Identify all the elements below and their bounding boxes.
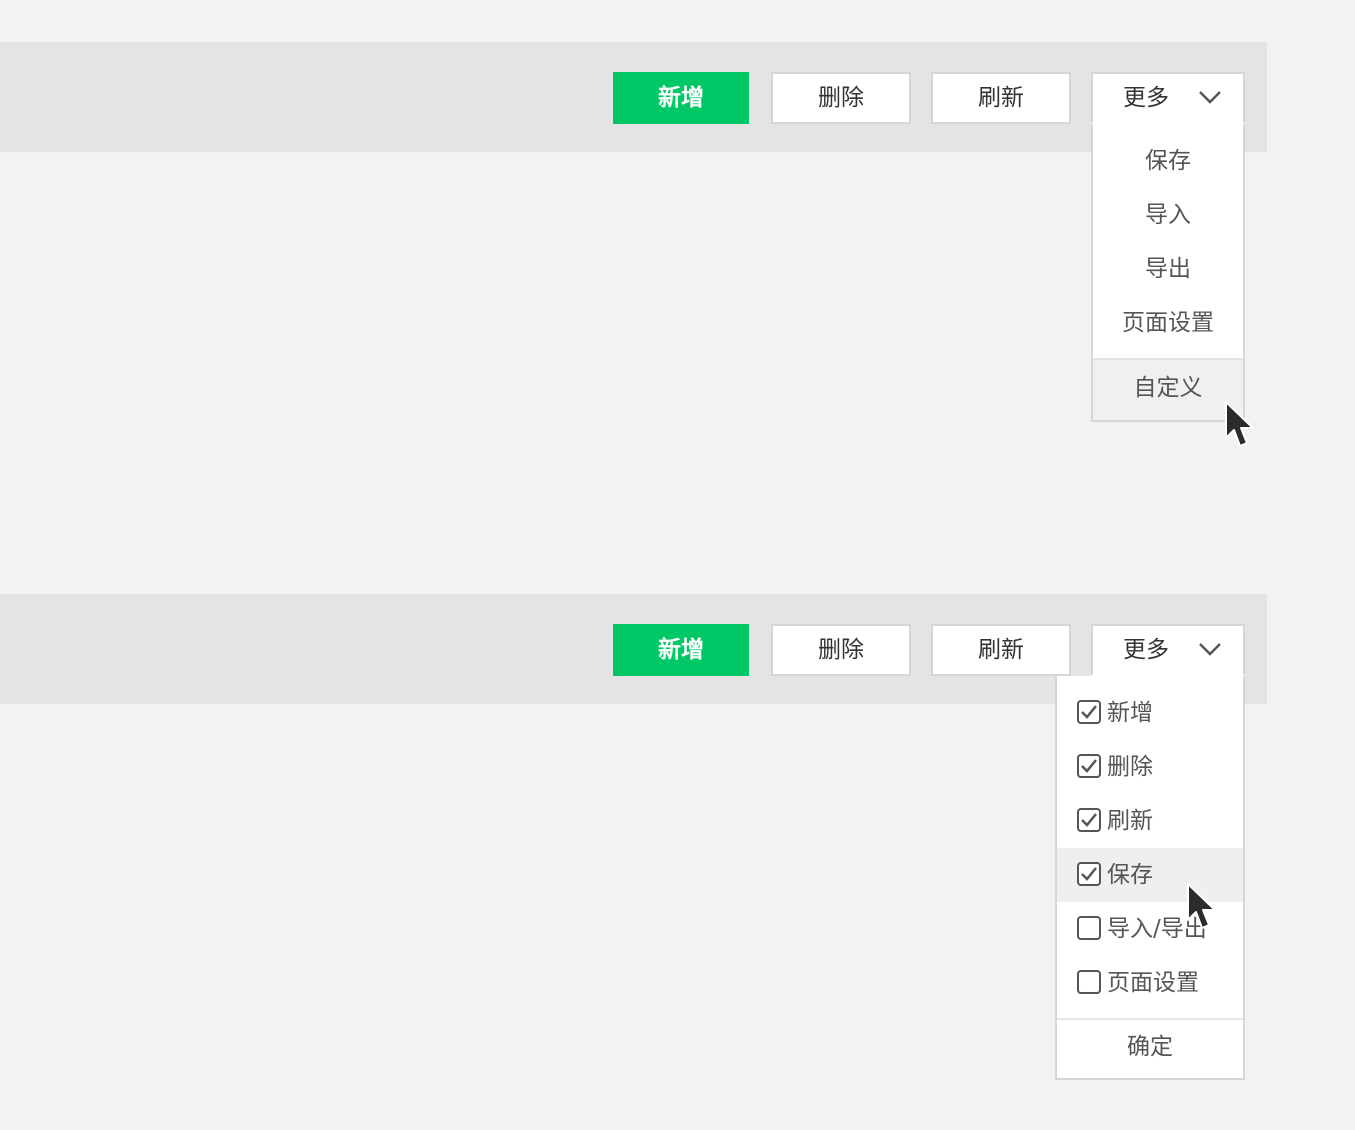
more-dropdown-button[interactable]: 更多: [1091, 72, 1245, 124]
checkbox-empty-icon[interactable]: [1077, 970, 1101, 994]
chevron-down-icon: [1199, 91, 1221, 104]
menu-item-export[interactable]: 导出: [1093, 242, 1243, 296]
checkbox-checked-icon[interactable]: [1077, 862, 1101, 886]
checkbox-checked-icon[interactable]: [1077, 754, 1101, 778]
menu-item-customize[interactable]: 自定义: [1093, 358, 1243, 420]
refresh-button[interactable]: 刷新: [931, 624, 1071, 676]
delete-button[interactable]: 删除: [771, 72, 911, 124]
toggle-item-label: 删除: [1107, 754, 1153, 780]
toggle-item-page-settings[interactable]: 页面设置: [1057, 956, 1243, 1010]
toggle-item-label: 新增: [1107, 700, 1153, 726]
toggle-item-label: 刷新: [1107, 808, 1153, 834]
toggle-item-label: 导入/导出: [1107, 916, 1207, 942]
chevron-down-icon: [1199, 643, 1221, 656]
toggle-item-import-export[interactable]: 导入/导出: [1057, 902, 1243, 956]
customize-menu-list: 新增 删除 刷新 保存 导入/导出 页面设置: [1057, 676, 1243, 1010]
checkbox-checked-icon[interactable]: [1077, 700, 1101, 724]
more-menu-list: 保存 导入 导出 页面设置: [1093, 124, 1243, 350]
more-dropdown-menu: 保存 导入 导出 页面设置 自定义: [1091, 124, 1245, 422]
checkbox-empty-icon[interactable]: [1077, 916, 1101, 940]
toggle-item-save[interactable]: 保存: [1057, 848, 1243, 902]
toggle-item-refresh[interactable]: 刷新: [1057, 794, 1243, 848]
toggle-item-delete[interactable]: 删除: [1057, 740, 1243, 794]
menu-item-import[interactable]: 导入: [1093, 188, 1243, 242]
add-button[interactable]: 新增: [613, 624, 749, 676]
toolbar-top: 新增 删除 刷新 更多: [0, 42, 1267, 152]
more-label: 更多: [1123, 85, 1169, 111]
menu-item-page-settings[interactable]: 页面设置: [1093, 296, 1243, 350]
customize-toolbar-menu: 新增 删除 刷新 保存 导入/导出 页面设置 确定: [1055, 676, 1245, 1080]
add-button[interactable]: 新增: [613, 72, 749, 124]
menu-item-save[interactable]: 保存: [1093, 134, 1243, 188]
toggle-item-label: 保存: [1107, 862, 1153, 888]
confirm-button[interactable]: 确定: [1057, 1018, 1243, 1078]
toggle-item-add[interactable]: 新增: [1057, 686, 1243, 740]
toggle-item-label: 页面设置: [1107, 970, 1199, 996]
delete-button[interactable]: 删除: [771, 624, 911, 676]
more-label: 更多: [1123, 637, 1169, 663]
checkbox-checked-icon[interactable]: [1077, 808, 1101, 832]
refresh-button[interactable]: 刷新: [931, 72, 1071, 124]
more-dropdown-button[interactable]: 更多: [1091, 624, 1245, 676]
